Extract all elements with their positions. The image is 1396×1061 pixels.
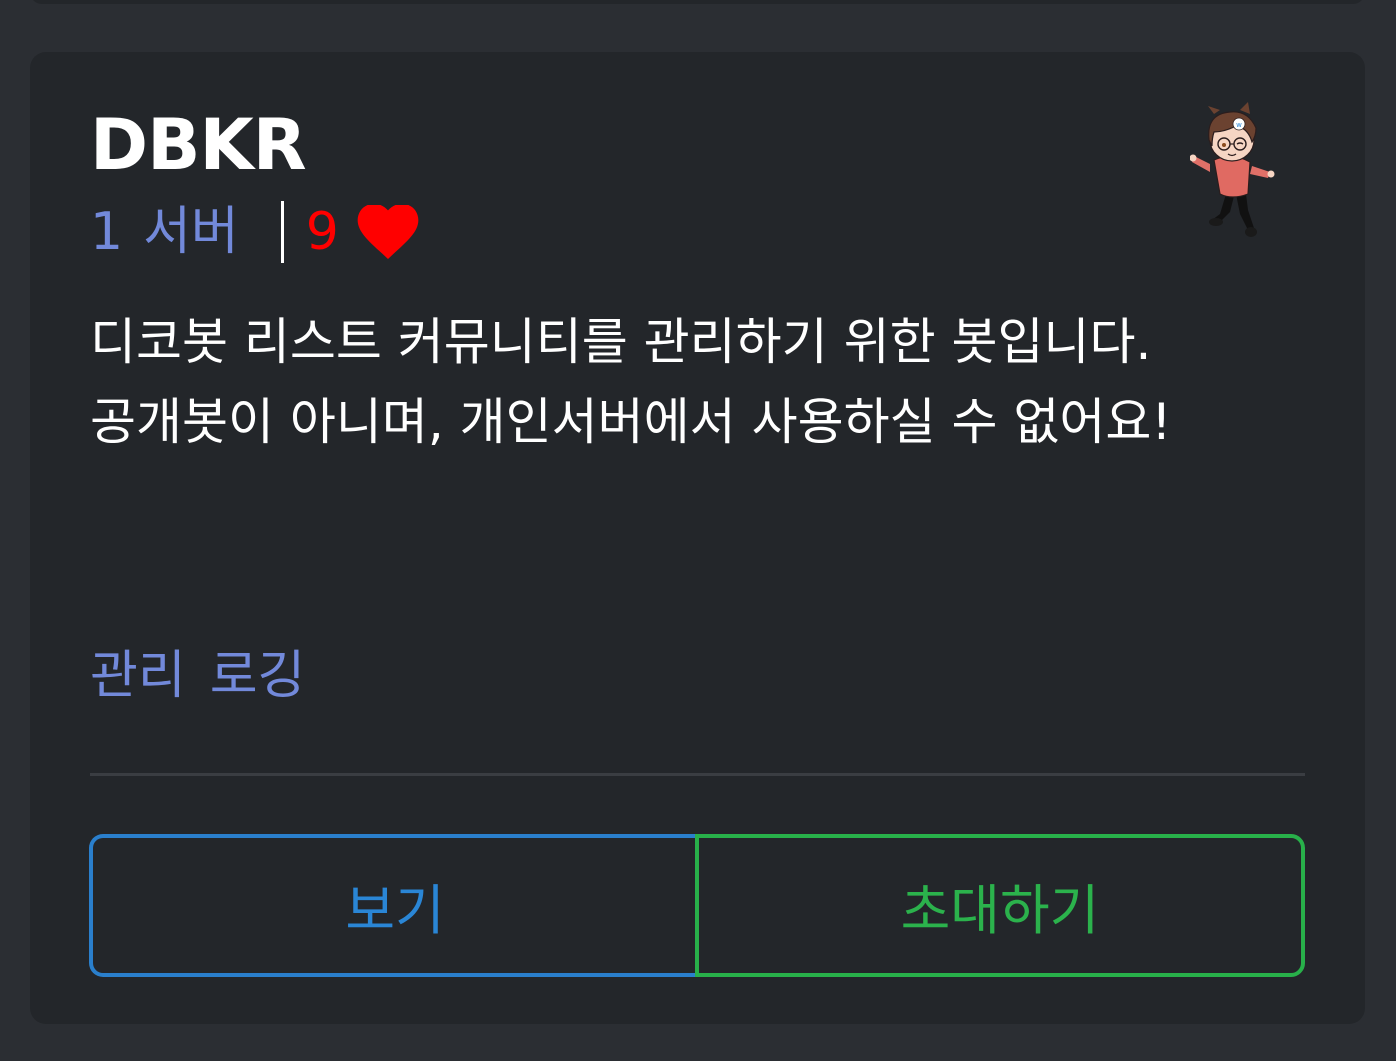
tag-logging[interactable]: 로깅 [210,640,306,712]
bot-name: DBKR [90,104,307,186]
bot-stats: 1 서버 9 [90,200,419,264]
description-line-1: 디코봇 리스트 커뮤니티를 관리하기 위한 봇입니다. [90,313,1152,371]
previous-card [30,0,1365,4]
heart-icon [357,205,419,259]
card-actions: 보기 초대하기 [89,834,1305,977]
description-line-2: 공개봇이 아니며, 개인서버에서 사용하실 수 없어요! [90,393,1172,451]
card-divider [90,773,1305,776]
svg-text:w: w [1236,121,1242,129]
server-count-unit: 서버 [143,202,239,262]
heart-count: 9 [305,202,339,262]
server-count: 1 서버 [90,200,239,264]
bot-card: DBKR 1 서버 9 w 디코봇 리스트 커뮤니티를 관리하기 위한 봇입니다… [30,52,1365,1024]
invite-button[interactable]: 초대하기 [695,834,1305,977]
bot-avatar: w [1190,102,1275,237]
bot-description: 디코봇 리스트 커뮤니티를 관리하기 위한 봇입니다. 공개봇이 아니며, 개인… [90,302,1320,462]
tag-management[interactable]: 관리 [90,640,186,712]
server-count-value: 1 [90,202,124,262]
stats-separator [280,201,284,263]
view-button[interactable]: 보기 [89,834,697,977]
bot-tags: 관리 로깅 [90,640,305,712]
